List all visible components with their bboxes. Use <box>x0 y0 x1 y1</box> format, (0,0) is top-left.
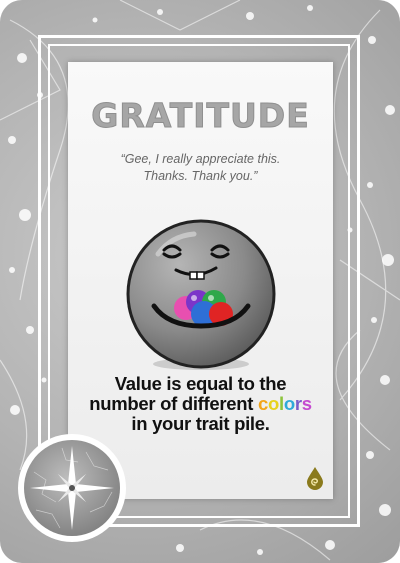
rule-line: Value is equal to the <box>114 373 287 394</box>
rainbow-letter: o <box>267 393 279 414</box>
rainbow-letter: r <box>294 393 302 414</box>
quote-line: “Gee, I really appreciate this. <box>120 152 281 166</box>
rainbow-letter: o <box>283 393 295 414</box>
rule-line: number of different colors <box>76 394 325 414</box>
rule-text: Value is equal to the number of differen… <box>76 374 325 434</box>
compass-star-icon <box>18 434 126 542</box>
quote-line: Thanks. Thank you.” <box>143 169 258 183</box>
rainbow-letter: c <box>257 393 268 414</box>
rule-text-segment: number of different <box>89 393 258 414</box>
swirl-drop-icon <box>307 467 323 490</box>
rainbow-word-colors: colors <box>258 393 312 414</box>
rule-line: in your trait pile. <box>131 413 270 434</box>
card-title: GRATITUDE <box>91 96 310 136</box>
smiling-gray-ball-holding-colored-balls-icon <box>126 219 276 370</box>
flavor-quote: “Gee, I really appreciate this. Thanks. … <box>88 151 313 185</box>
rainbow-letter: s <box>301 393 312 414</box>
game-card[interactable]: GRATITUDE “Gee, I really appreciate this… <box>0 0 400 563</box>
